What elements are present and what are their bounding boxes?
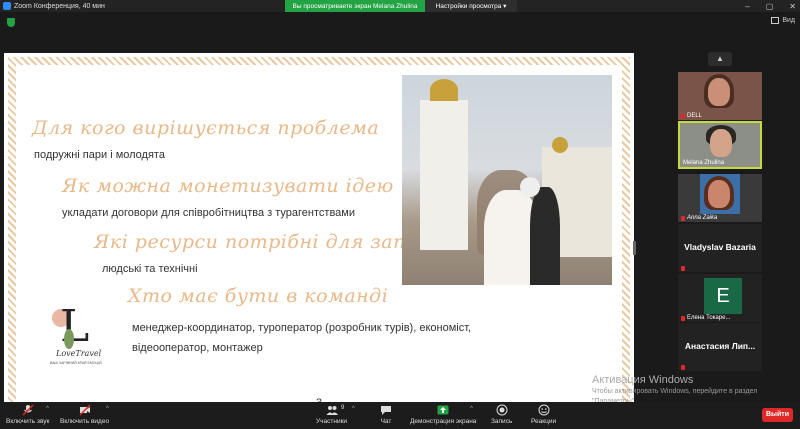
security-shield-icon[interactable] [7,18,15,27]
meeting-toolbar: Включить звук ^ Включить видео ^ Участни… [0,402,800,429]
lovetravel-logo: L LoveTravel ВАШ ЧАРІВНИЙ КРАЙ ЕМОЦІЙ [48,301,118,371]
reactions-label: Реакции [531,418,557,425]
participant-name: DELL [687,113,703,119]
logo-tagline: ВАШ ЧАРІВНИЙ КРАЙ ЕМОЦІЙ [50,361,102,365]
participants-icon [326,406,338,415]
muted-mic-icon [681,215,685,221]
participant-tile[interactable]: Анастасия Лип... [678,323,762,371]
participant-name-row: Melana Zhulina [683,160,724,166]
participant-face [710,129,732,157]
close-button[interactable]: ✕ [789,2,796,11]
participant-tile[interactable]: Anna Zaika [678,174,762,222]
slide-heading-2: Як можна монетизувати ідею [62,175,394,197]
slide-text-3: людські та технічні [102,263,198,275]
window-title: Zoom Конференция, 40 мин [14,2,105,10]
muted-mic-icon [681,266,685,271]
muted-mic-icon [681,113,685,119]
video-off-icon [79,404,91,416]
video-options-caret[interactable]: ^ [106,406,109,412]
participant-tile[interactable]: DELL [678,72,762,120]
participant-gallery: ▲ DELL Melana Zhulina Anna Zaika Vladysl… [672,52,768,372]
splitter-handle[interactable] [633,241,636,255]
share-screen-label: Демонстрация экрана [410,418,477,425]
participant-name-row: DELL [681,113,702,119]
share-screen-icon [437,405,449,415]
share-screen-button[interactable]: Демонстрация экрана [410,404,476,425]
chat-icon [381,406,391,415]
church-dome-shape [552,137,568,153]
participants-label: Участники [316,418,348,425]
slide-text-4: менеджер-координатор, туроператор (розро… [132,322,472,354]
start-video-label: Включить видео [60,418,110,425]
start-video-button[interactable]: Включить видео [60,404,109,425]
participant-face [708,180,730,208]
participant-face [708,78,730,106]
activation-line-1: Чтобы активировать Windows, перейдите в … [592,388,758,395]
slide-heading-1: Для кого вирішується проблема [32,117,380,139]
chat-label: Чат [380,418,392,425]
participant-tile[interactable]: E Елена Токаре... [678,274,762,322]
view-button-label: Вид [782,17,795,24]
zoom-logo-icon [3,2,11,10]
participant-name: Елена Токаре... [687,315,731,321]
participant-name-row: Елена Токаре... [681,315,730,321]
participant-name: Vladyslav Bazaria [684,242,756,252]
slide-heading-4: Хто має бути в команді [128,285,389,307]
logo-brand: LoveTravel [56,349,102,358]
muted-mic-icon [681,315,685,321]
participant-initial-avatar: E [704,278,742,314]
groom-shape [530,187,560,285]
participant-name-row [681,266,685,271]
leaf-icon [64,329,74,349]
record-icon [496,404,508,416]
slide-text-1: подружні пари і молодята [34,149,165,161]
shared-screen: Для кого вирішується проблема подружні п… [0,29,646,417]
record-button[interactable]: Запись [491,404,512,425]
chat-button[interactable]: Чат [380,404,392,425]
leave-meeting-button[interactable]: Выйти [762,408,793,422]
wedding-photo [402,75,612,285]
reactions-button[interactable]: Реакции [531,404,556,425]
tower-dome-shape [430,79,458,101]
participants-count-badge: 9 [341,405,345,411]
view-options-button[interactable]: Настройки просмотра ▾ [425,0,517,12]
participants-options-caret[interactable]: ^ [352,406,355,412]
slide-text-2: укладати договори для співробітництва з … [62,207,355,219]
unmute-label: Включить звук [6,418,50,425]
participant-name: Анастасия Лип... [684,341,756,351]
activation-title: Активация Windows [592,374,694,386]
audio-options-caret[interactable]: ^ [46,406,49,412]
record-label: Запись [491,418,513,425]
window-controls: – ▢ ✕ [745,0,796,12]
participant-name: Anna Zaika [687,215,718,221]
unmute-button[interactable]: Включить звук [6,404,49,425]
share-options-caret[interactable]: ^ [470,406,473,412]
grid-icon [771,17,780,24]
view-button[interactable]: Вид [771,17,795,24]
participant-tile-active[interactable]: Melana Zhulina [678,121,762,169]
participant-tile[interactable]: Vladyslav Bazaria [678,224,762,272]
muted-mic-icon [681,365,685,370]
reactions-smiley-icon [538,404,550,416]
presentation-slide: Для кого вирішується проблема подружні п… [4,53,634,417]
muted-microphone-icon [22,404,34,416]
share-banner: Вы просматриваете экран Melana Zhulina [285,0,425,12]
maximize-button[interactable]: ▢ [766,2,774,11]
bell-tower-shape [420,100,468,250]
bouquet-shape [520,177,540,197]
participant-name: Melana Zhulina [683,160,725,166]
minimize-button[interactable]: – [745,2,749,11]
participant-name-row [681,365,685,370]
gallery-up-button[interactable]: ▲ [708,52,732,66]
participant-name-row: Anna Zaika [681,215,717,221]
